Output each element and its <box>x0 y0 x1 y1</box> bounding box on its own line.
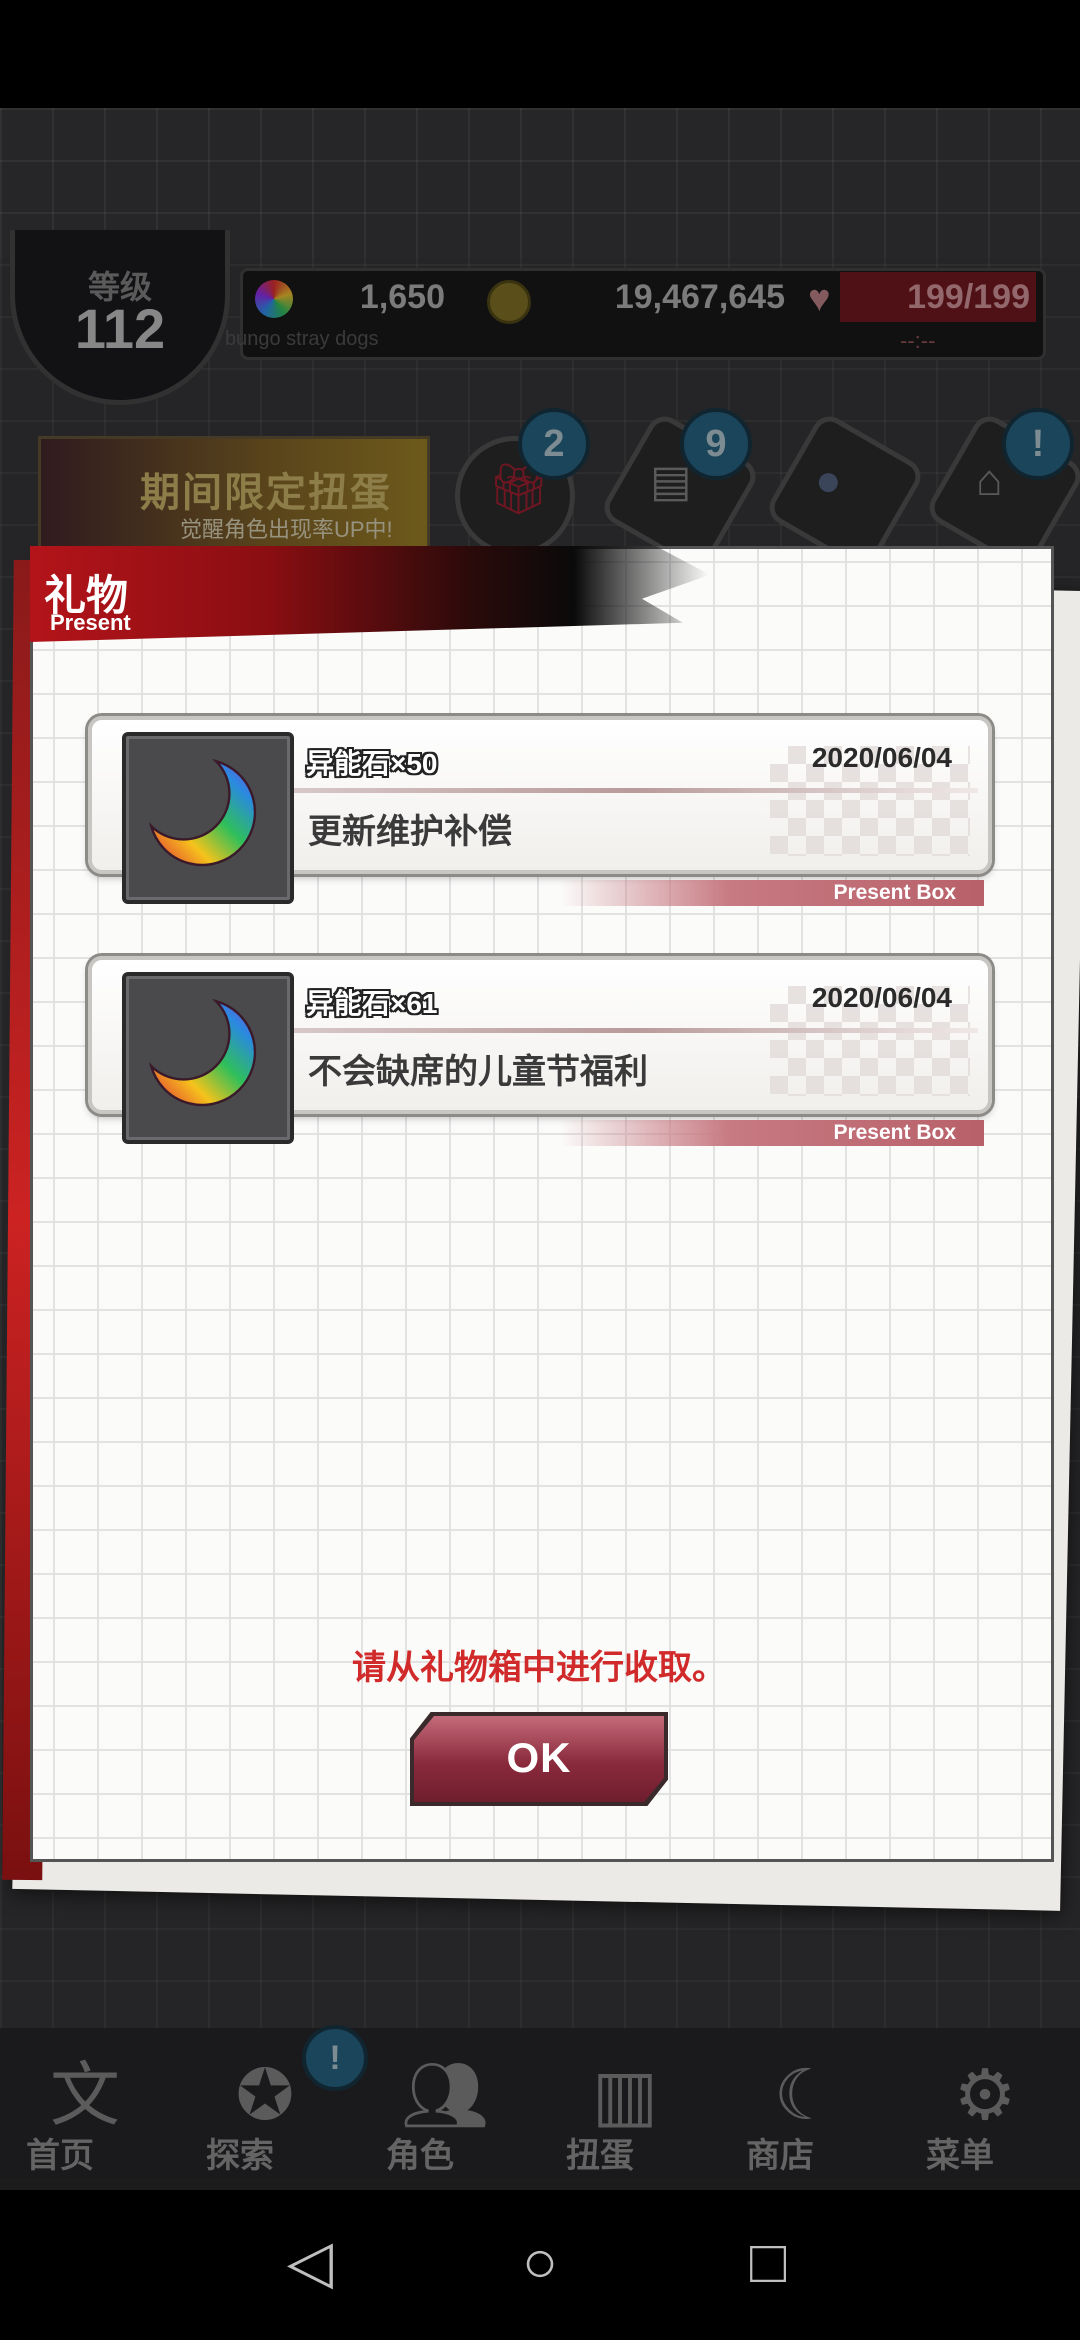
dialog-title-en: Present <box>50 610 131 635</box>
present-item-name: 异能石×50 <box>306 748 438 779</box>
present-date: 2020/06/04 <box>811 742 952 773</box>
claim-notice: 请从礼物箱中进行收取。 <box>352 1649 726 1687</box>
present-box-tag: Present Box <box>833 1121 956 1144</box>
card-divider <box>290 1028 978 1033</box>
present-description: 不会缺席的儿童节福利 <box>308 1053 648 1091</box>
ok-button-label[interactable]: OK <box>414 1734 664 1782</box>
ability-stone-icon <box>148 758 257 867</box>
present-date: 2020/06/04 <box>811 982 952 1013</box>
card-divider <box>290 788 978 793</box>
recents-icon[interactable]: □ <box>728 2222 808 2302</box>
ability-stone-icon <box>148 998 257 1107</box>
home-icon[interactable]: ○ <box>500 2222 580 2302</box>
present-item-name: 异能石×61 <box>306 988 438 1019</box>
status-bar <box>0 0 1080 108</box>
present-box-tag: Present Box <box>833 881 956 904</box>
back-icon[interactable]: ◁ <box>270 2222 350 2302</box>
present-description: 更新维护补偿 <box>308 813 512 851</box>
